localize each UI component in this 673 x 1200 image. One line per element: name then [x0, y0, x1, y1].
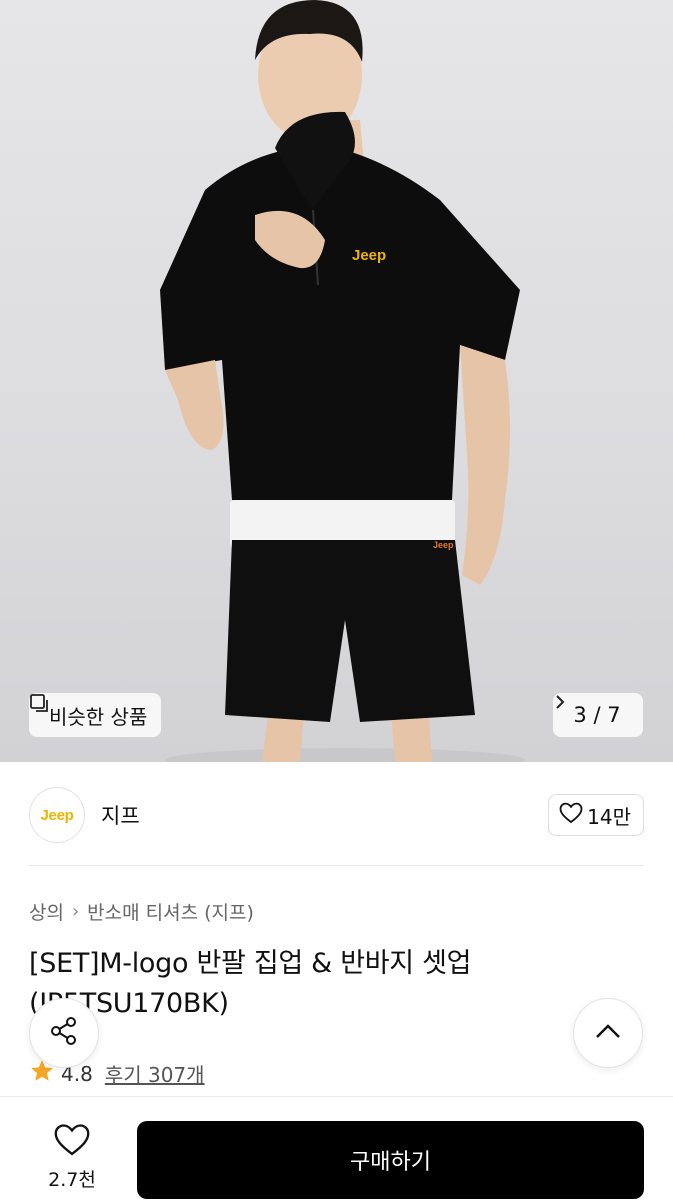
brand-logo-text: Jeep: [40, 806, 74, 824]
wishlist-count: 2.7천: [48, 1169, 96, 1191]
heart-icon: [53, 1123, 91, 1161]
bottom-bar: 2.7천 구매하기: [0, 1096, 673, 1200]
similar-items-label: 비슷한 상품: [49, 704, 148, 729]
wishlist-button[interactable]: 2.7천: [22, 1123, 122, 1192]
brand-like-count: 14만: [587, 804, 631, 829]
product-title: [SET]M-logo 반팔 집업 & 반바지 셋업 (JP5TSU170BK): [29, 948, 472, 1019]
chevron-right-icon: ›: [71, 901, 80, 922]
shirt-logo: Jeep: [352, 247, 386, 264]
product-image[interactable]: Jeep Jeep 비슷한 상품 3 / 7: [0, 0, 673, 762]
reviews-link[interactable]: 후기 307개: [105, 1059, 205, 1088]
breadcrumb-item-subcategory[interactable]: 반소매 티셔츠 (지프): [87, 898, 254, 925]
model-photo: Jeep Jeep: [160, 0, 525, 762]
image-counter[interactable]: 3 / 7: [553, 693, 643, 737]
similar-items-button[interactable]: 비슷한 상품: [29, 693, 162, 737]
scroll-top-button[interactable]: [573, 998, 643, 1068]
share-button[interactable]: [29, 998, 99, 1068]
image-counter-text: 3 / 7: [573, 703, 621, 727]
brand-row: Jeep 지프 14만: [29, 785, 644, 845]
breadcrumb: 상의 › 반소매 티셔츠 (지프): [29, 898, 254, 925]
share-icon: [47, 1014, 81, 1052]
shorts-logo: Jeep: [433, 540, 454, 550]
heart-icon: [559, 802, 583, 829]
buy-button[interactable]: 구매하기: [137, 1121, 644, 1199]
chevron-up-icon: [594, 1022, 622, 1044]
brand-logo[interactable]: Jeep: [29, 787, 85, 843]
breadcrumb-item-category[interactable]: 상의: [29, 898, 64, 925]
brand-like-button[interactable]: 14만: [548, 794, 644, 836]
brand-name[interactable]: 지프: [101, 800, 140, 830]
divider: [29, 865, 644, 866]
